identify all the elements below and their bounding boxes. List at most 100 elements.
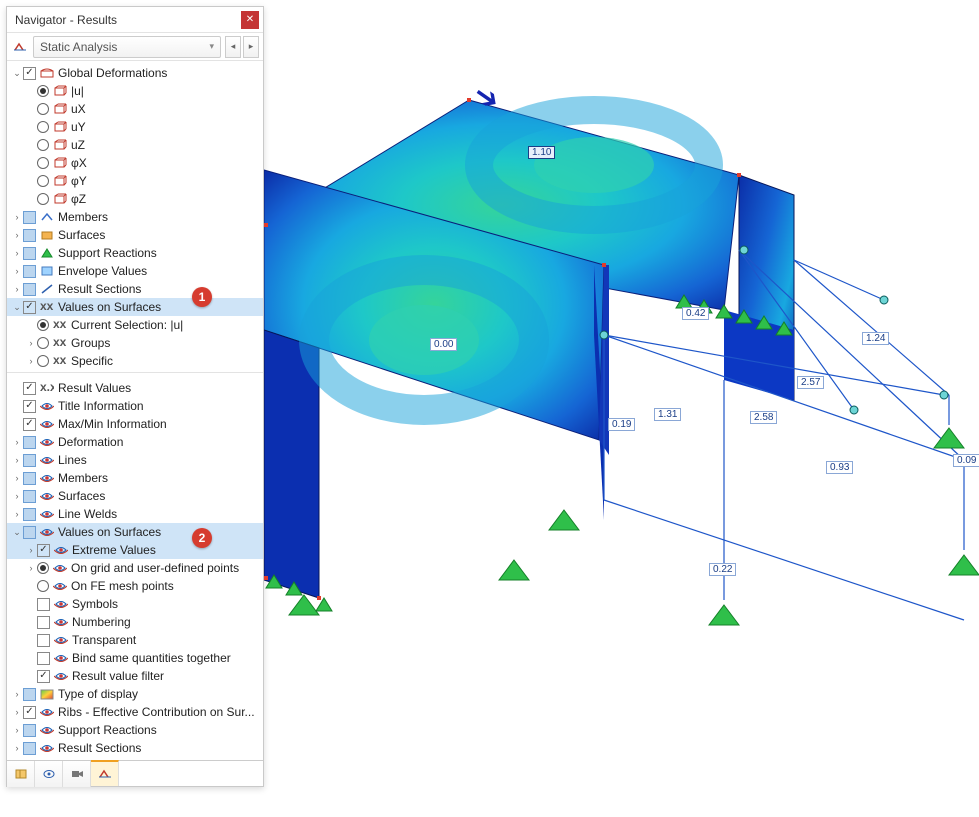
checkbox[interactable] bbox=[23, 211, 36, 224]
checkbox[interactable] bbox=[37, 598, 50, 611]
radio[interactable] bbox=[37, 562, 49, 574]
tree-row[interactable]: ·Transparent bbox=[7, 631, 263, 649]
model-viewport[interactable]: ➔ 1.100.000.422.571.240.191.312.580.930.… bbox=[264, 0, 979, 817]
tree-row[interactable]: ›Type of display bbox=[7, 685, 263, 703]
tree-row[interactable]: ·Result Values bbox=[7, 379, 263, 397]
expand-arrow-icon[interactable]: › bbox=[11, 491, 23, 501]
tree-row[interactable]: ›Ribs - Effective Contribution on Sur... bbox=[7, 703, 263, 721]
tree-row[interactable]: ›Groups bbox=[7, 334, 263, 352]
expand-arrow-icon[interactable]: › bbox=[11, 725, 23, 735]
expand-arrow-icon[interactable]: › bbox=[11, 707, 23, 717]
expand-arrow-icon[interactable]: › bbox=[11, 248, 23, 258]
radio[interactable] bbox=[37, 175, 49, 187]
radio[interactable] bbox=[37, 337, 49, 349]
tree-row[interactable]: ›Deformation bbox=[7, 433, 263, 451]
expand-arrow-icon[interactable]: › bbox=[11, 230, 23, 240]
tree-row[interactable]: ·On FE mesh points bbox=[7, 577, 263, 595]
checkbox[interactable] bbox=[23, 283, 36, 296]
checkbox[interactable] bbox=[23, 436, 36, 449]
nav-prev-button[interactable]: ◂ bbox=[225, 36, 241, 58]
expand-arrow-icon[interactable]: › bbox=[11, 266, 23, 276]
tab-navigator[interactable] bbox=[7, 761, 35, 787]
checkbox[interactable] bbox=[23, 472, 36, 485]
checkbox[interactable] bbox=[23, 688, 36, 701]
tree-row[interactable]: ›Line Welds bbox=[7, 505, 263, 523]
tree-row[interactable]: ›Specific bbox=[7, 352, 263, 370]
tree-row[interactable]: ·uY bbox=[7, 118, 263, 136]
expand-arrow-icon[interactable]: › bbox=[11, 689, 23, 699]
tree-row[interactable]: ·Symbols bbox=[7, 595, 263, 613]
expand-arrow-icon[interactable]: › bbox=[11, 509, 23, 519]
tree-row[interactable]: ›Support Reactions bbox=[7, 721, 263, 739]
checkbox[interactable] bbox=[23, 67, 36, 80]
tree-row[interactable]: ›Members bbox=[7, 208, 263, 226]
tree-row[interactable]: ⌄Values on Surfaces bbox=[7, 523, 263, 541]
tree-row[interactable]: ·φZ bbox=[7, 190, 263, 208]
radio[interactable] bbox=[37, 580, 49, 592]
checkbox[interactable] bbox=[23, 301, 36, 314]
checkbox[interactable] bbox=[23, 454, 36, 467]
expand-arrow-icon[interactable]: › bbox=[11, 473, 23, 483]
tree-row[interactable]: ·φY bbox=[7, 172, 263, 190]
checkbox[interactable] bbox=[37, 670, 50, 683]
tree-row[interactable]: ·Current Selection: |u| bbox=[7, 316, 263, 334]
expand-arrow-icon[interactable]: ⌄ bbox=[11, 302, 23, 313]
tree-row[interactable]: ·Bind same quantities together bbox=[7, 649, 263, 667]
expand-arrow-icon[interactable]: ⌄ bbox=[11, 68, 23, 79]
expand-arrow-icon[interactable]: ⌄ bbox=[11, 527, 23, 538]
expand-arrow-icon[interactable]: › bbox=[11, 284, 23, 294]
expand-arrow-icon[interactable]: › bbox=[25, 563, 37, 573]
checkbox[interactable] bbox=[23, 400, 36, 413]
checkbox[interactable] bbox=[23, 508, 36, 521]
checkbox[interactable] bbox=[23, 724, 36, 737]
tree-row[interactable]: ›On grid and user-defined points bbox=[7, 559, 263, 577]
checkbox[interactable] bbox=[23, 706, 36, 719]
tree-row[interactable]: ›Envelope Values bbox=[7, 262, 263, 280]
radio[interactable] bbox=[37, 85, 49, 97]
checkbox[interactable] bbox=[37, 652, 50, 665]
radio[interactable] bbox=[37, 121, 49, 133]
tree-row[interactable]: ›Members bbox=[7, 469, 263, 487]
tree-row[interactable]: ·uZ bbox=[7, 136, 263, 154]
expand-arrow-icon[interactable]: › bbox=[11, 212, 23, 222]
expand-arrow-icon[interactable]: › bbox=[11, 437, 23, 447]
radio[interactable] bbox=[37, 193, 49, 205]
checkbox[interactable] bbox=[23, 418, 36, 431]
tree-row[interactable]: ›Result Sections bbox=[7, 280, 263, 298]
checkbox[interactable] bbox=[23, 382, 36, 395]
expand-arrow-icon[interactable]: › bbox=[25, 356, 37, 366]
tree-row[interactable]: ›Result Sections bbox=[7, 739, 263, 757]
close-button[interactable]: ✕ bbox=[241, 11, 259, 29]
radio[interactable] bbox=[37, 319, 49, 331]
checkbox[interactable] bbox=[37, 544, 50, 557]
radio[interactable] bbox=[37, 103, 49, 115]
radio[interactable] bbox=[37, 157, 49, 169]
checkbox[interactable] bbox=[23, 265, 36, 278]
tree-row[interactable]: ·Numbering bbox=[7, 613, 263, 631]
checkbox[interactable] bbox=[23, 742, 36, 755]
checkbox[interactable] bbox=[23, 490, 36, 503]
tree-row[interactable]: ·Max/Min Information bbox=[7, 415, 263, 433]
checkbox[interactable] bbox=[37, 634, 50, 647]
tree-row[interactable]: ›Support Reactions bbox=[7, 244, 263, 262]
tree-row[interactable]: ·Result value filter bbox=[7, 667, 263, 685]
tab-camera[interactable] bbox=[63, 761, 91, 787]
tree-row[interactable]: ›Surfaces bbox=[7, 226, 263, 244]
tree-row[interactable]: ›Extreme Values bbox=[7, 541, 263, 559]
radio[interactable] bbox=[37, 355, 49, 367]
radio[interactable] bbox=[37, 139, 49, 151]
tree-row[interactable]: ⌄Values on Surfaces bbox=[7, 298, 263, 316]
tab-views[interactable] bbox=[35, 761, 63, 787]
tree-row[interactable]: ·|u| bbox=[7, 82, 263, 100]
expand-arrow-icon[interactable]: › bbox=[25, 545, 37, 555]
checkbox[interactable] bbox=[23, 247, 36, 260]
tree-row[interactable]: ›Lines bbox=[7, 451, 263, 469]
expand-arrow-icon[interactable]: › bbox=[11, 455, 23, 465]
analysis-dropdown[interactable]: Static Analysis bbox=[33, 36, 221, 58]
tree-row[interactable]: ›Surfaces bbox=[7, 487, 263, 505]
tab-results[interactable] bbox=[91, 760, 119, 786]
checkbox[interactable] bbox=[23, 526, 36, 539]
expand-arrow-icon[interactable]: › bbox=[25, 338, 37, 348]
checkbox[interactable] bbox=[37, 616, 50, 629]
tree-row[interactable]: ·Title Information bbox=[7, 397, 263, 415]
